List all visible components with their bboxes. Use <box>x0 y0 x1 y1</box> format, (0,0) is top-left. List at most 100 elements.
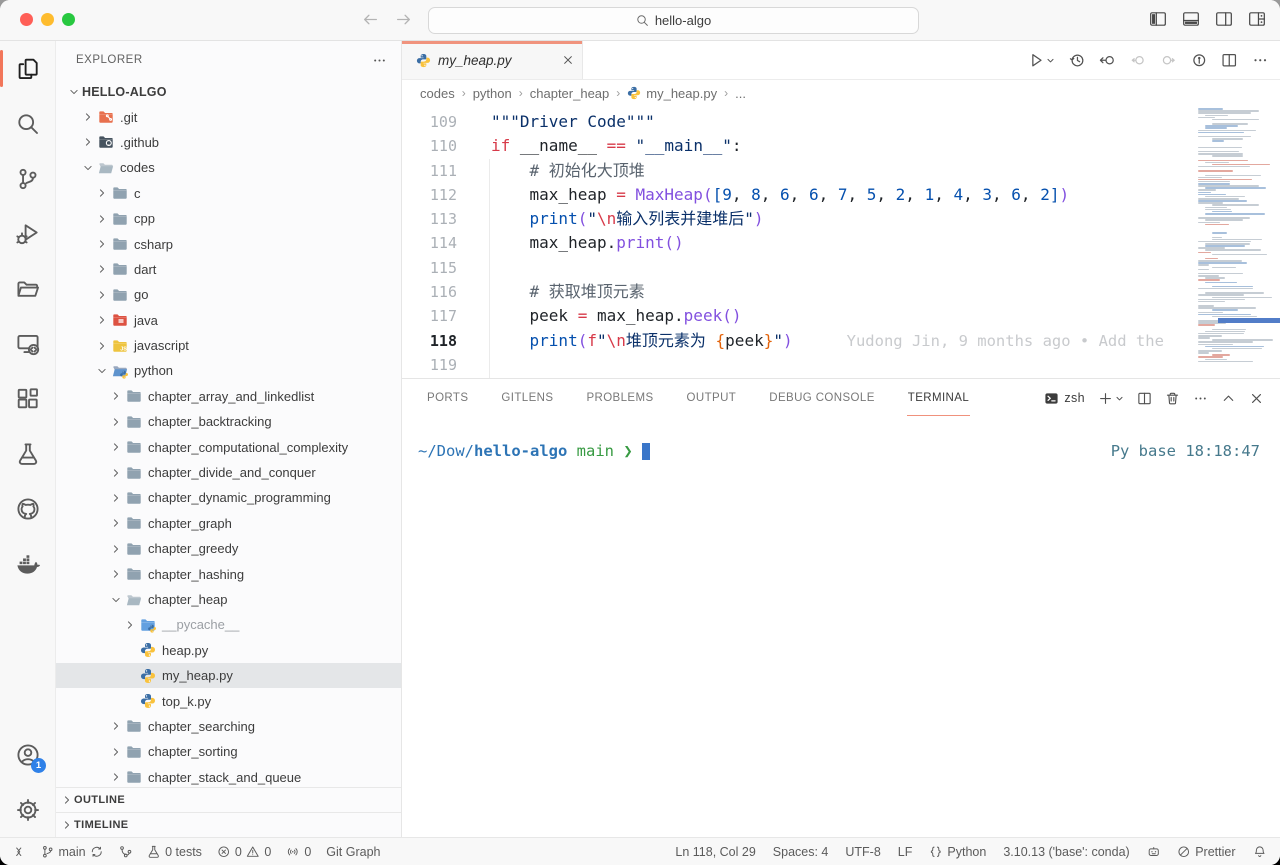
tree-item-c[interactable]: c <box>56 181 401 206</box>
activity-item-accounts[interactable]: 1 <box>0 727 55 782</box>
code-line-111[interactable]: 111 # 初始化大顶堆 <box>402 159 1280 183</box>
command-center-search[interactable]: hello-algo <box>428 7 919 34</box>
activity-item-remote-explorer[interactable] <box>0 316 55 371</box>
tree-item-chapter_searching[interactable]: chapter_searching <box>56 714 401 739</box>
breadcrumb-item[interactable]: codes <box>420 86 455 101</box>
status-python-interpreter[interactable]: 3.10.13 ('base': conda) <box>1003 845 1129 859</box>
activity-item-search[interactable] <box>0 96 55 151</box>
activity-item-testing[interactable] <box>0 426 55 481</box>
code-line-116[interactable]: 116 # 获取堆顶元素 <box>402 280 1280 304</box>
toggle-sidebar-button[interactable] <box>1149 10 1167 28</box>
previous-change-button[interactable] <box>1130 52 1147 69</box>
tree-item-chapter_array_and_linkedlist[interactable]: chapter_array_and_linkedlist <box>56 384 401 409</box>
status-tests[interactable]: 0 tests <box>147 845 202 859</box>
more-actions-button[interactable] <box>1252 52 1269 69</box>
status-encoding[interactable]: UTF-8 <box>845 845 880 859</box>
panel-tab-ports[interactable]: PORTS <box>426 381 469 415</box>
section-outline[interactable]: OUTLINE <box>56 787 401 812</box>
code-line-112[interactable]: 112 max_heap = MaxHeap([9, 8, 6, 6, 7, 5… <box>402 183 1280 207</box>
terminal[interactable]: ~/Dow/hello-algo main ❯ Py base 18:18:47 <box>402 417 1280 837</box>
maximize-window-button[interactable] <box>62 13 75 26</box>
commit-graph-button[interactable] <box>1191 52 1208 69</box>
tree-item-cpp[interactable]: cpp <box>56 206 401 231</box>
run-python-file-button[interactable] <box>1028 52 1055 69</box>
minimap[interactable] <box>1192 106 1280 378</box>
close-panel-button[interactable] <box>1249 391 1264 406</box>
tree-item-chapter_computational_complexity[interactable]: chapter_computational_complexity <box>56 434 401 459</box>
activity-item-docker[interactable] <box>0 536 55 591</box>
activity-item-source-control[interactable] <box>0 151 55 206</box>
code-line-114[interactable]: 114 max_heap.print() <box>402 231 1280 255</box>
panel-tab-terminal[interactable]: TERMINAL <box>907 381 970 416</box>
tree-item-.git[interactable]: .git <box>56 104 401 129</box>
status-problems[interactable]: 00 <box>217 845 271 859</box>
code-editor[interactable]: 109"""Driver Code"""110if __name__ == "_… <box>402 106 1280 378</box>
breadcrumb-item[interactable]: python <box>473 86 512 101</box>
section-timeline[interactable]: TIMELINE <box>56 812 401 837</box>
terminal-more-actions-button[interactable] <box>1193 391 1208 406</box>
tree-item-codes[interactable]: codes <box>56 155 401 180</box>
tree-item-dart[interactable]: dart <box>56 257 401 282</box>
status-copilot[interactable] <box>1147 845 1161 859</box>
go-forward-button[interactable] <box>395 11 412 28</box>
code-line-119[interactable]: 119 <box>402 353 1280 377</box>
file-history-button[interactable] <box>1069 52 1086 69</box>
activity-item-run-and-debug[interactable] <box>0 206 55 261</box>
status-cursor-position[interactable]: Ln 118, Col 29 <box>675 845 755 859</box>
split-editor-button[interactable] <box>1221 52 1238 69</box>
tab-my-heap-py[interactable]: my_heap.py <box>402 41 583 79</box>
tree-item-.github[interactable]: .github <box>56 130 401 155</box>
tree-item-chapter_graph[interactable]: chapter_graph <box>56 511 401 536</box>
status-git-graph-view[interactable] <box>119 845 133 859</box>
next-change-button[interactable] <box>1160 52 1177 69</box>
activity-item-settings[interactable] <box>0 782 55 837</box>
tree-item-chapter_backtracking[interactable]: chapter_backtracking <box>56 409 401 434</box>
code-line-113[interactable]: 113 print("\n输入列表并建堆后") <box>402 207 1280 231</box>
minimize-window-button[interactable] <box>41 13 54 26</box>
terminal-profile[interactable]: zsh <box>1044 391 1085 406</box>
tree-item-chapter_greedy[interactable]: chapter_greedy <box>56 536 401 561</box>
tree-item-HELLO-ALGO[interactable]: HELLO-ALGO <box>56 79 401 104</box>
status-branch[interactable]: main <box>41 845 104 859</box>
panel-tab-gitlens[interactable]: GITLENS <box>500 381 554 415</box>
go-back-button[interactable] <box>362 11 379 28</box>
close-tab-icon[interactable] <box>562 54 574 66</box>
tree-item-top_k.py[interactable]: top_k.py <box>56 688 401 713</box>
code-line-118[interactable]: 118 print(f"\n堆顶元素为 {peek}")Yudong Jin, … <box>402 329 1280 353</box>
activity-item-explorer[interactable] <box>0 41 55 96</box>
status-prettier[interactable]: Prettier <box>1177 845 1235 859</box>
maximize-panel-button[interactable] <box>1221 391 1236 406</box>
breadcrumb-item[interactable]: ... <box>735 86 746 101</box>
activity-item-extensions[interactable] <box>0 371 55 426</box>
panel-tab-debug-console[interactable]: DEBUG CONSOLE <box>768 381 876 415</box>
toggle-secondary-sidebar-button[interactable] <box>1215 10 1233 28</box>
status-eol[interactable]: LF <box>898 845 913 859</box>
status-language-mode[interactable]: Python <box>929 845 986 859</box>
breadcrumb-item[interactable]: my_heap.py <box>627 86 717 101</box>
tree-item-javascript[interactable]: JSjavascript <box>56 333 401 358</box>
status-notifications[interactable] <box>1253 845 1267 859</box>
tree-item-chapter_divide_and_conquer[interactable]: chapter_divide_and_conquer <box>56 460 401 485</box>
split-terminal-button[interactable] <box>1137 391 1152 406</box>
explorer-more-actions-button[interactable] <box>372 53 387 68</box>
tree-item-python[interactable]: python <box>56 358 401 383</box>
tree-item-java[interactable]: java <box>56 308 401 333</box>
open-changes-button[interactable] <box>1099 52 1116 69</box>
tree-item-chapter_sorting[interactable]: chapter_sorting <box>56 739 401 764</box>
code-line-110[interactable]: 110if __name__ == "__main__": <box>402 134 1280 158</box>
tree-item-my_heap.py[interactable]: my_heap.py <box>56 663 401 688</box>
panel-tab-problems[interactable]: PROBLEMS <box>585 381 654 415</box>
tree-item-chapter_heap[interactable]: chapter_heap <box>56 587 401 612</box>
toggle-panel-button[interactable] <box>1182 10 1200 28</box>
tree-item-chapter_stack_and_queue[interactable]: chapter_stack_and_queue <box>56 765 401 787</box>
tree-item-go[interactable]: go <box>56 282 401 307</box>
tree-item-chapter_hashing[interactable]: chapter_hashing <box>56 561 401 586</box>
status-indentation[interactable]: Spaces: 4 <box>773 845 829 859</box>
code-line-115[interactable]: 115 <box>402 256 1280 280</box>
tree-item-__pycache__[interactable]: __pycache__ <box>56 612 401 637</box>
activity-item-github[interactable] <box>0 481 55 536</box>
breadcrumb-item[interactable]: chapter_heap <box>530 86 610 101</box>
tree-item-heap.py[interactable]: heap.py <box>56 638 401 663</box>
status-remote[interactable] <box>12 845 26 859</box>
close-window-button[interactable] <box>20 13 33 26</box>
